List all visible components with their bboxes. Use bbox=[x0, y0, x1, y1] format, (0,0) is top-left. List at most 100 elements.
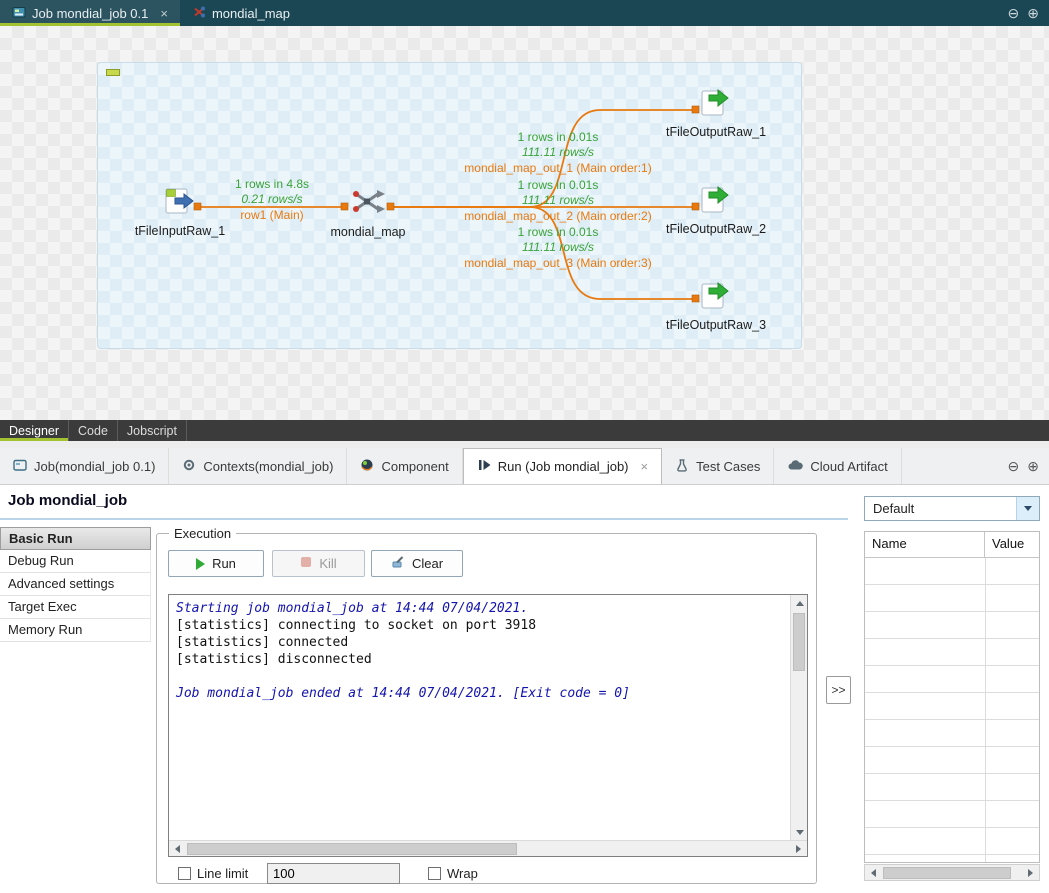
editor-tab-bar: Job mondial_job 0.1 × mondial_map ⊖ ⊕ bbox=[0, 0, 1049, 26]
chevron-down-icon[interactable] bbox=[1016, 497, 1039, 520]
tab-label: Run (Job mondial_job) bbox=[498, 459, 629, 474]
context-selected-value: Default bbox=[865, 501, 1016, 516]
expand-context-panel-button[interactable]: >> bbox=[826, 676, 851, 704]
console-horizontal-scrollbar[interactable] bbox=[169, 840, 807, 856]
test-cases-icon bbox=[675, 458, 689, 475]
component-tfileoutputraw-3[interactable]: tFileOutputRaw_3 bbox=[644, 281, 788, 332]
title-underline bbox=[0, 518, 848, 520]
run-button[interactable]: Run bbox=[168, 550, 264, 577]
rate-stat: 111.11 rows/s bbox=[408, 240, 708, 255]
horizontal-scroll-thumb[interactable] bbox=[883, 867, 1011, 879]
sidebar-item-target-exec[interactable]: Target Exec bbox=[0, 596, 151, 619]
tab-label: Job(mondial_job 0.1) bbox=[34, 459, 155, 474]
minimize-view-icon[interactable]: ⊖ bbox=[1008, 458, 1020, 475]
file-input-icon bbox=[165, 203, 195, 218]
rows-stat: 1 rows in 0.01s bbox=[408, 130, 708, 145]
context-select[interactable]: Default bbox=[864, 496, 1040, 521]
rate-stat: 0.21 rows/s bbox=[192, 192, 352, 207]
tab-job-view[interactable]: Job(mondial_job 0.1) bbox=[0, 448, 169, 484]
tab-label: Component bbox=[381, 459, 448, 474]
vertical-scroll-thumb[interactable] bbox=[793, 613, 805, 671]
connection-label[interactable]: mondial_map_out_1 (Main order:1) bbox=[408, 161, 708, 176]
minimize-view-icon[interactable]: ⊖ bbox=[1008, 5, 1020, 22]
connection-stats-out3: 1 rows in 0.01s 111.11 rows/s mondial_ma… bbox=[408, 225, 708, 271]
line-limit-label: Line limit bbox=[197, 866, 248, 881]
sidebar-item-memory-run[interactable]: Memory Run bbox=[0, 619, 151, 642]
tab-contexts-view[interactable]: Contexts(mondial_job) bbox=[169, 448, 347, 484]
line-limit-checkbox[interactable] bbox=[178, 867, 191, 880]
rows-stat: 1 rows in 0.01s bbox=[408, 178, 708, 193]
tab-label: Jobscript bbox=[127, 424, 177, 438]
wrap-checkbox[interactable] bbox=[428, 867, 441, 880]
table-body[interactable] bbox=[865, 558, 1039, 862]
execution-legend: Execution bbox=[169, 526, 236, 541]
tab-component-view[interactable]: Component bbox=[347, 448, 462, 484]
context-variables-table: Name Value bbox=[864, 531, 1040, 863]
editor-tab-mondial-map[interactable]: mondial_map bbox=[180, 0, 302, 26]
console-output: Starting job mondial_job at 14:44 07/04/… bbox=[169, 595, 807, 707]
sidebar-item-basic-run[interactable]: Basic Run bbox=[0, 527, 151, 550]
connection-label[interactable]: row1 (Main) bbox=[192, 208, 352, 223]
rate-stat: 111.11 rows/s bbox=[408, 145, 708, 160]
tab-designer[interactable]: Designer bbox=[0, 420, 69, 441]
clear-icon bbox=[391, 555, 405, 572]
designer-tab-bar: Designer Code Jobscript bbox=[0, 420, 1049, 441]
context-horizontal-scrollbar[interactable] bbox=[864, 864, 1040, 881]
kill-button-label: Kill bbox=[319, 556, 336, 571]
editor-tab-job-mondial-job[interactable]: Job mondial_job 0.1 × bbox=[0, 0, 180, 26]
scroll-down-icon[interactable] bbox=[791, 824, 808, 840]
connection-label[interactable]: mondial_map_out_2 (Main order:2) bbox=[408, 209, 708, 224]
scroll-left-icon[interactable] bbox=[169, 841, 186, 857]
horizontal-scroll-thumb[interactable] bbox=[187, 843, 517, 855]
job-icon bbox=[13, 458, 27, 475]
tab-code[interactable]: Code bbox=[69, 420, 118, 441]
console-line: Starting job mondial_job at 14:44 07/04/… bbox=[176, 600, 783, 617]
scroll-right-icon[interactable] bbox=[1022, 865, 1039, 881]
console-line: [statistics] connecting to socket on por… bbox=[176, 617, 783, 634]
console-line: [statistics] connected bbox=[176, 634, 783, 651]
console-vertical-scrollbar[interactable] bbox=[790, 595, 807, 840]
clear-button[interactable]: Clear bbox=[371, 550, 463, 577]
console-line: [statistics] disconnected bbox=[176, 651, 783, 668]
run-sidebar: Basic Run Debug Run Advanced settings Ta… bbox=[0, 527, 151, 642]
editor-tab-label: mondial_map bbox=[212, 6, 290, 21]
execution-console[interactable]: Starting job mondial_job at 14:44 07/04/… bbox=[168, 594, 808, 857]
connection-stats-out1: 1 rows in 0.01s 111.11 rows/s mondial_ma… bbox=[408, 130, 708, 176]
tab-cloud-artifact-view[interactable]: Cloud Artifact bbox=[774, 448, 901, 484]
file-output-icon bbox=[701, 104, 731, 119]
close-icon[interactable]: × bbox=[160, 6, 168, 21]
scroll-up-icon[interactable] bbox=[791, 595, 808, 611]
close-icon[interactable]: × bbox=[641, 459, 649, 474]
column-header-value[interactable]: Value bbox=[985, 532, 1024, 557]
maximize-view-icon[interactable]: ⊕ bbox=[1027, 458, 1039, 475]
design-canvas[interactable]: tFileInputRaw_1 mondial_map tFileOutputR… bbox=[0, 26, 1049, 420]
kill-icon bbox=[300, 556, 312, 571]
page-title: Job mondial_job bbox=[8, 492, 127, 509]
tab-label: Code bbox=[78, 424, 108, 438]
editor-tab-label: Job mondial_job 0.1 bbox=[32, 6, 148, 21]
cloud-artifact-icon bbox=[787, 458, 803, 475]
scroll-left-icon[interactable] bbox=[865, 865, 882, 881]
tab-run-view[interactable]: Run (Job mondial_job) × bbox=[463, 448, 662, 484]
view-tab-bar: Job(mondial_job 0.1) Contexts(mondial_jo… bbox=[0, 448, 1049, 485]
map-icon bbox=[192, 5, 206, 22]
tab-test-cases-view[interactable]: Test Cases bbox=[662, 448, 774, 484]
tab-jobscript[interactable]: Jobscript bbox=[118, 420, 187, 441]
rows-stat: 1 rows in 0.01s bbox=[408, 225, 708, 240]
maximize-view-icon[interactable]: ⊕ bbox=[1027, 5, 1039, 22]
column-header-name[interactable]: Name bbox=[865, 532, 985, 557]
connection-label[interactable]: mondial_map_out_3 (Main order:3) bbox=[408, 256, 708, 271]
sidebar-item-advanced-settings[interactable]: Advanced settings bbox=[0, 573, 151, 596]
sidebar-item-debug-run[interactable]: Debug Run bbox=[0, 550, 151, 573]
play-icon bbox=[196, 558, 205, 570]
scroll-right-icon[interactable] bbox=[790, 841, 807, 857]
line-limit-input[interactable] bbox=[267, 863, 400, 884]
execution-group: Execution Run Kill Clear Starting job mo… bbox=[156, 533, 817, 884]
connection-stats-out2: 1 rows in 0.01s 111.11 rows/s mondial_ma… bbox=[408, 178, 708, 224]
clear-button-label: Clear bbox=[412, 556, 443, 571]
tab-label: Cloud Artifact bbox=[810, 459, 887, 474]
rows-stat: 1 rows in 4.8s bbox=[192, 177, 352, 192]
contexts-icon bbox=[182, 458, 196, 475]
kill-button[interactable]: Kill bbox=[272, 550, 365, 577]
table-header-row: Name Value bbox=[865, 532, 1039, 558]
